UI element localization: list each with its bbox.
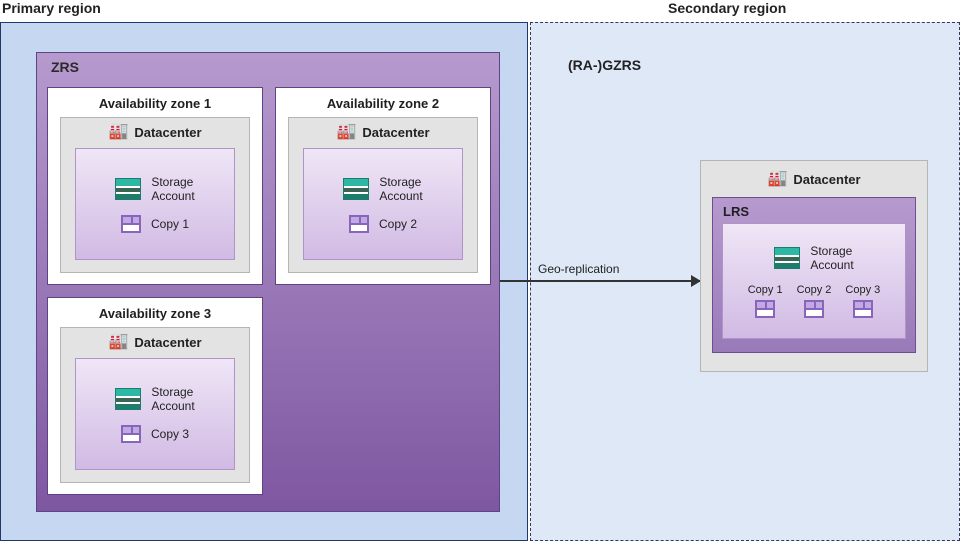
copy-icon — [853, 300, 873, 318]
datacenter-icon: 🏭 — [767, 171, 787, 187]
datacenter-label: Datacenter — [362, 125, 429, 140]
az-2-title: Availability zone 2 — [276, 96, 490, 111]
datacenter-box-2: 🏭 Datacenter StorageAccount Copy 2 — [288, 117, 478, 273]
copy-icon — [121, 215, 141, 233]
copy-2-col: Copy 2 — [797, 284, 832, 318]
secondary-datacenter: 🏭 Datacenter LRS StorageAccount Copy 1 C… — [700, 160, 928, 372]
availability-zone-3: Availability zone 3 🏭 Datacenter Storage… — [47, 297, 263, 495]
storage-icon — [115, 388, 141, 410]
availability-zone-1: Availability zone 1 🏭 Datacenter Storage… — [47, 87, 263, 285]
datacenter-box-3: 🏭 Datacenter StorageAccount Copy 3 — [60, 327, 250, 483]
primary-region-label: Primary region — [2, 0, 101, 16]
diagram-canvas: Primary region Secondary region (RA-)GZR… — [0, 0, 960, 541]
copy-1-col: Copy 1 — [748, 284, 783, 318]
storage-card-3: StorageAccount Copy 3 — [75, 358, 235, 470]
storage-card-1: StorageAccount Copy 1 — [75, 148, 235, 260]
copy-icon — [121, 425, 141, 443]
ra-gzrs-label: (RA-)GZRS — [568, 57, 641, 73]
copy-label: Copy 3 — [151, 427, 189, 441]
datacenter-icon: 🏭 — [336, 124, 356, 140]
copy-icon — [804, 300, 824, 318]
copy-label: Copy 3 — [845, 284, 880, 296]
copy-label: Copy 1 — [151, 217, 189, 231]
storage-card-2: StorageAccount Copy 2 — [303, 148, 463, 260]
storage-label: StorageAccount — [151, 385, 194, 413]
datacenter-icon: 🏭 — [108, 334, 128, 350]
datacenter-icon: 🏭 — [108, 124, 128, 140]
availability-zone-2: Availability zone 2 🏭 Datacenter Storage… — [275, 87, 491, 285]
lrs-title: LRS — [713, 198, 915, 223]
copy-3-col: Copy 3 — [845, 284, 880, 318]
storage-label: StorageAccount — [379, 175, 422, 203]
az-1-title: Availability zone 1 — [48, 96, 262, 111]
copy-icon — [755, 300, 775, 318]
storage-icon — [774, 247, 800, 269]
copy-label: Copy 2 — [379, 217, 417, 231]
storage-label: StorageAccount — [810, 244, 853, 272]
geo-replication-arrow — [500, 280, 700, 282]
zrs-title: ZRS — [51, 59, 79, 75]
copies-row: Copy 1 Copy 2 Copy 3 — [748, 284, 881, 318]
datacenter-label: Datacenter — [134, 335, 201, 350]
lrs-inner: StorageAccount Copy 1 Copy 2 Copy 3 — [722, 223, 906, 339]
lrs-box: LRS StorageAccount Copy 1 Copy 2 — [712, 197, 916, 353]
storage-label: StorageAccount — [151, 175, 194, 203]
copy-icon — [349, 215, 369, 233]
copy-label: Copy 2 — [797, 284, 832, 296]
datacenter-box-1: 🏭 Datacenter StorageAccount Copy 1 — [60, 117, 250, 273]
datacenter-label: Datacenter — [793, 172, 860, 187]
geo-replication-label: Geo-replication — [538, 262, 619, 276]
storage-icon — [115, 178, 141, 200]
storage-icon — [343, 178, 369, 200]
copy-label: Copy 1 — [748, 284, 783, 296]
az-3-title: Availability zone 3 — [48, 306, 262, 321]
zrs-box: ZRS Availability zone 1 🏭 Datacenter Sto… — [36, 52, 500, 512]
datacenter-label: Datacenter — [134, 125, 201, 140]
secondary-region-label: Secondary region — [668, 0, 786, 16]
